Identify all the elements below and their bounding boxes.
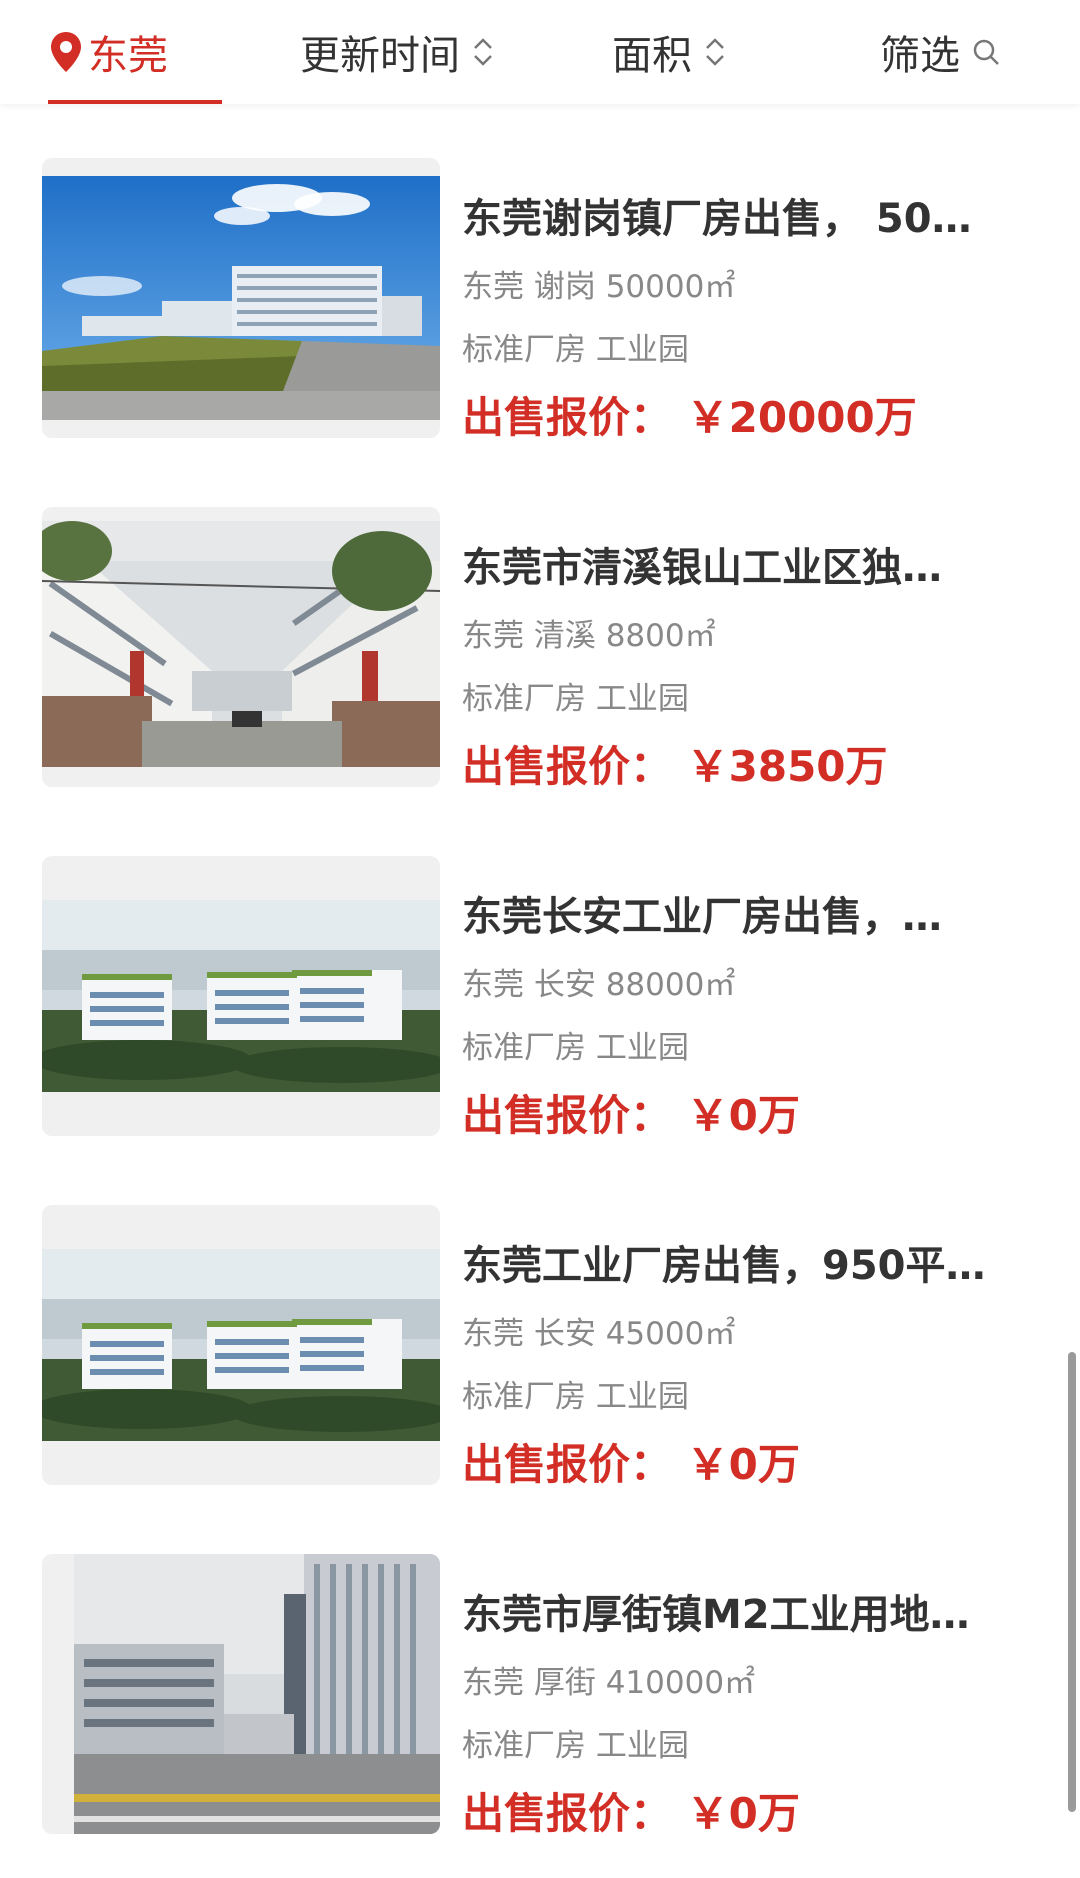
- city-label: 东莞: [88, 33, 168, 79]
- factory-photo: [42, 521, 440, 767]
- listing-title[interactable]: 东莞谢岗镇厂房出售， 50…: [462, 186, 1032, 242]
- listing-tags: 标准厂房 工业园: [462, 1379, 689, 1415]
- price-value: ￥3850万: [686, 742, 888, 791]
- listing-thumbnail[interactable]: [42, 1554, 440, 1834]
- listing-price: 出售报价： ￥20000万: [462, 384, 917, 445]
- sort-area[interactable]: 面积: [612, 0, 726, 104]
- listing-title[interactable]: 东莞工业厂房出售，950平…: [462, 1233, 1032, 1289]
- listing-price: 出售报价： ￥3850万: [462, 733, 888, 794]
- location-pin-icon: [51, 32, 81, 72]
- sort-updown-icon: [474, 38, 492, 66]
- filter-button[interactable]: 筛选: [880, 0, 1000, 104]
- sort-update-time[interactable]: 更新时间: [300, 0, 494, 104]
- industrial-land-photo: [74, 1554, 440, 1834]
- price-label: 出售报价：: [462, 393, 673, 442]
- listing-location: 东莞 谢岗 50000㎡: [462, 269, 736, 305]
- price-label: 出售报价：: [462, 1440, 673, 1489]
- search-icon: [973, 39, 999, 65]
- listing-card[interactable]: 东莞市厚街镇M2工业用地… 东莞 厚街 410000㎡ 标准厂房 工业园 出售报…: [0, 1554, 1080, 1838]
- sort-updown-icon: [706, 38, 724, 66]
- listing-price: 出售报价： ￥0万: [462, 1431, 800, 1492]
- listing-location: 东莞 清溪 8800㎡: [462, 618, 716, 654]
- city-selector[interactable]: 东莞: [48, 0, 168, 104]
- listing-card[interactable]: 东莞工业厂房出售，950平… 东莞 长安 45000㎡ 标准厂房 工业园 出售报…: [0, 1205, 1080, 1489]
- listing-thumbnail[interactable]: [42, 158, 440, 438]
- price-value: ￥0万: [686, 1091, 800, 1140]
- listing-location: 东莞 厚街 410000㎡: [462, 1665, 756, 1701]
- listing-tags: 标准厂房 工业园: [462, 681, 689, 717]
- price-label: 出售报价：: [462, 1789, 673, 1838]
- listing-card[interactable]: 东莞市清溪银山工业区独… 东莞 清溪 8800㎡ 标准厂房 工业园 出售报价： …: [0, 507, 1080, 791]
- scrollbar[interactable]: [1068, 1352, 1076, 1812]
- listing-location: 东莞 长安 45000㎡: [462, 1316, 736, 1352]
- filter-label: 筛选: [880, 33, 960, 79]
- listing-card[interactable]: 东莞谢岗镇厂房出售， 50… 东莞 谢岗 50000㎡ 标准厂房 工业园 出售报…: [0, 158, 1080, 442]
- listing-tags: 标准厂房 工业园: [462, 332, 689, 368]
- listing-title[interactable]: 东莞市清溪银山工业区独…: [462, 535, 1032, 591]
- sort-update-time-label: 更新时间: [300, 33, 460, 79]
- listing-card[interactable]: 东莞长安工业厂房出售，… 东莞 长安 88000㎡ 标准厂房 工业园 出售报价：…: [0, 856, 1080, 1140]
- price-value: ￥0万: [686, 1789, 800, 1838]
- price-value: ￥0万: [686, 1440, 800, 1489]
- price-value: ￥20000万: [686, 393, 917, 442]
- listing-location: 东莞 长安 88000㎡: [462, 967, 736, 1003]
- listing-thumbnail[interactable]: [42, 1205, 440, 1485]
- listing-tags: 标准厂房 工业园: [462, 1728, 689, 1764]
- sort-area-label: 面积: [612, 33, 692, 79]
- listing-title[interactable]: 东莞市厚街镇M2工业用地…: [462, 1582, 1032, 1638]
- listing-thumbnail[interactable]: [42, 507, 440, 787]
- listing-thumbnail[interactable]: [42, 856, 440, 1136]
- active-tab-underline: [48, 100, 222, 104]
- listing-price: 出售报价： ￥0万: [462, 1780, 800, 1841]
- industrial-park-rendering: [42, 1249, 440, 1441]
- price-label: 出售报价：: [462, 742, 673, 791]
- listing-price: 出售报价： ￥0万: [462, 1082, 800, 1143]
- factory-photo: [42, 176, 440, 420]
- industrial-park-rendering: [42, 900, 440, 1092]
- listing-tags: 标准厂房 工业园: [462, 1030, 689, 1066]
- price-label: 出售报价：: [462, 1091, 673, 1140]
- filter-bar: 东莞 更新时间 面积 筛选: [0, 0, 1080, 104]
- listing-title[interactable]: 东莞长安工业厂房出售，…: [462, 884, 1032, 940]
